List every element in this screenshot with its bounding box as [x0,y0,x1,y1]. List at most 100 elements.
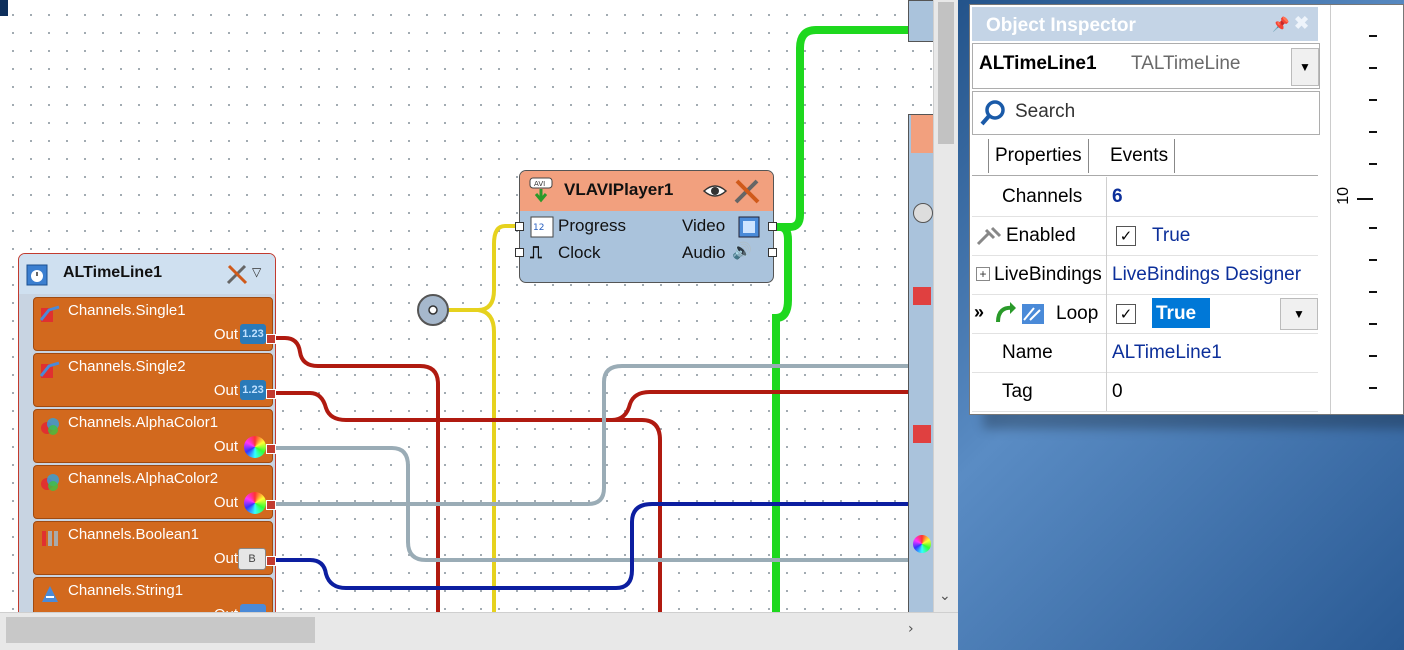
channel-alphacolor2[interactable]: Channels.AlphaColor2 Out [33,465,273,519]
horizontal-scrollbar[interactable]: › [0,612,958,650]
channel-label: Channels.AlphaColor1 [68,414,219,431]
chevron-down-icon[interactable]: ▼ [1280,298,1318,330]
channel-label: Channels.Single2 [68,358,186,375]
wire-single1 [270,336,440,612]
tools-icon[interactable] [225,262,249,286]
inspector-title: Object Inspector [986,15,1136,36]
property-row-loop[interactable]: » Loop ✓ True ▼ [972,294,1318,334]
boolean-badge-icon: B [238,548,266,570]
film-icon [738,216,760,238]
property-value[interactable]: ALTimeLine1 [1112,342,1317,364]
search-input[interactable]: Search [972,91,1320,135]
diagram-canvas[interactable]: ALTimeLine1 ▽ Channels.Single1 Out 1.23 … [0,0,958,650]
object-inspector[interactable]: Object Inspector 📌 ✖ ALTimeLine1 TALTime… [969,4,1404,415]
wire-single2-down [612,418,662,612]
property-row-name[interactable]: Name ALTimeLine1 [972,333,1318,373]
float-badge-icon: 1.23 [240,380,266,400]
svg-text:AVI: AVI [534,180,545,188]
avi-player-header[interactable]: AVI VLAVIPlayer1 [520,171,773,211]
wire-video [774,26,915,231]
wire-single2 [270,390,912,422]
property-row-channels[interactable]: Channels 6 [972,177,1318,217]
pin-out[interactable] [266,444,276,454]
avi-player-component[interactable]: AVI VLAVIPlayer1 12 Progress ⎍ Clock Vid… [519,170,774,283]
channel-label: Channels.Single1 [68,302,186,319]
boolean-channel-icon [42,531,58,546]
property-value[interactable]: LiveBindings Designer [1112,264,1317,286]
chevron-down-icon[interactable]: ▽ [252,265,261,279]
property-row-tag[interactable]: Tag 0 [972,372,1318,412]
out-pin-label: Out [213,438,238,455]
progress-pin-label: Progress [558,216,627,235]
tab-properties[interactable]: Properties [988,139,1089,173]
property-name: LiveBindings [994,264,1102,285]
audio-pin-label: Audio [682,243,726,262]
video-pin-label: Video [682,216,726,235]
timeline-component[interactable]: ALTimeLine1 ▽ Channels.Single1 Out 1.23 … [18,253,276,635]
channel-label: Channels.String1 [68,582,184,599]
avi-icon: AVI [529,177,553,203]
ruler-label: 10 [1335,187,1352,205]
inspector-titlebar[interactable]: Object Inspector 📌 ✖ [972,7,1318,41]
property-name: Tag [1002,381,1033,402]
timeline-icon [26,264,48,286]
property-name: Loop [1056,303,1099,324]
tools-icon[interactable] [732,177,762,205]
checkbox-checked[interactable]: ✓ [1116,304,1136,324]
search-icon [980,100,1005,126]
chevron-down-icon[interactable]: ▼ [1291,48,1319,86]
current-row-indicator-icon: » [974,302,985,322]
partial-component-right[interactable] [908,114,935,614]
ruler: 10 [1330,5,1403,414]
pin-out[interactable] [266,500,276,510]
channel-single2[interactable]: Channels.Single2 Out 1.23 [33,353,273,407]
timeline-title: ALTimeLine1 [63,264,162,281]
speaker-icon: 🔊 [732,241,752,260]
progress-icon: 12 [530,216,554,238]
pin-out-audio[interactable] [768,248,777,257]
pin-out[interactable] [266,556,276,566]
channel-alphacolor1[interactable]: Channels.AlphaColor1 Out [33,409,273,463]
out-pin-label: Out [213,550,238,567]
timeline-header[interactable]: ALTimeLine1 ▽ [19,254,275,294]
scroll-right-icon[interactable]: › [908,621,914,637]
eye-icon[interactable] [702,179,728,203]
vertical-scroll-thumb[interactable] [938,2,954,144]
checkbox-checked[interactable]: ✓ [1116,226,1136,246]
scroll-down-icon[interactable]: ⌄ [939,588,951,604]
selected-object-type: TALTimeLine [1131,53,1241,74]
clock-icon: ⎍ [530,243,542,263]
clock-pin-label: Clock [558,243,601,262]
float-badge-icon: 1.23 [240,324,266,344]
property-value[interactable]: 6 [1112,186,1317,208]
expand-icon[interactable]: + [976,267,990,281]
channel-label: Channels.Boolean1 [68,526,199,543]
horizontal-scroll-thumb[interactable] [6,617,315,643]
close-icon[interactable]: ✖ [1294,13,1309,34]
pin-in-progress[interactable] [515,222,524,231]
channel-boolean1[interactable]: Channels.Boolean1 Out B [33,521,273,575]
single-channel-icon [39,305,60,322]
property-name: Enabled [1006,225,1076,246]
partial-component-top[interactable] [908,0,935,42]
wire-boolean [270,502,912,590]
vertical-scrollbar[interactable]: ⌄ [933,0,958,612]
pin-icon[interactable]: 📌 [1272,16,1289,33]
color-channel-icon [41,474,59,491]
loop-icon [996,302,1044,324]
out-pin-label: Out [213,382,238,399]
property-grid: Channels 6 Enabled ✓ True + LiveBindings… [972,177,1318,412]
pin-out-video[interactable] [768,222,777,231]
property-row-enabled[interactable]: Enabled ✓ True [972,216,1318,256]
pin-out[interactable] [266,389,276,399]
pin-out[interactable] [266,334,276,344]
property-row-livebindings[interactable]: + LiveBindings LiveBindings Designer [972,255,1318,295]
object-selector[interactable]: ALTimeLine1 TALTimeLine ▼ [972,43,1320,89]
tab-events[interactable]: Events [1104,139,1176,173]
single-channel-icon [39,361,60,378]
property-value[interactable]: 0 [1112,381,1317,403]
out-pin-label: Out [213,326,238,343]
property-value: True [1152,225,1191,246]
channel-single1[interactable]: Channels.Single1 Out 1.23 [33,297,273,351]
pin-in-clock[interactable] [515,248,524,257]
